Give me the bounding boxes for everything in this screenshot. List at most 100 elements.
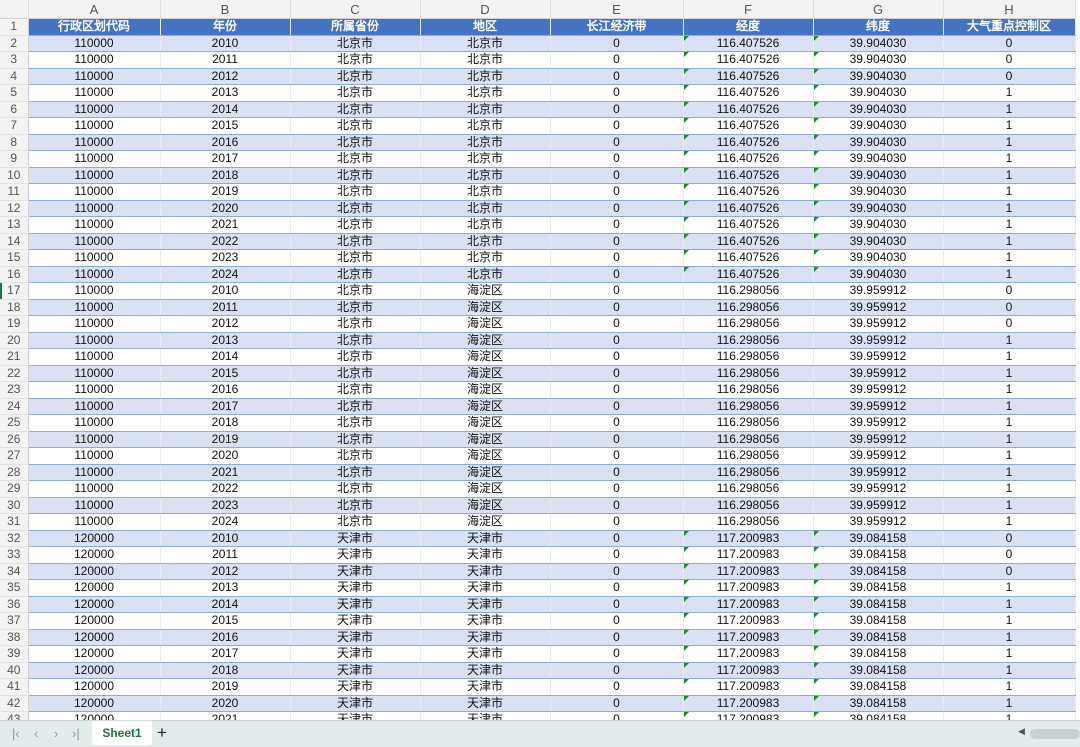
cell[interactable]: 2012 [160,315,291,333]
cell[interactable]: 2018 [160,414,291,432]
cell[interactable]: 110000 [28,381,161,399]
cell[interactable]: 39.084158 [813,645,944,663]
cell[interactable]: 116.298056 [683,480,814,498]
cell[interactable]: 116.407526 [683,233,814,250]
cell[interactable]: 天津市 [420,563,551,580]
cell[interactable]: 0 [550,35,684,52]
cell[interactable]: 116.407526 [683,51,814,69]
cell[interactable]: 天津市 [420,711,551,720]
cell[interactable]: 天津市 [290,662,421,679]
cell[interactable]: 1 [943,414,1076,432]
row-header[interactable]: 5 [0,84,29,102]
cell[interactable]: 110000 [28,233,161,250]
cell[interactable]: 0 [943,299,1076,316]
cell[interactable]: 1 [943,464,1076,481]
cell[interactable]: 120000 [28,546,161,564]
cell[interactable]: 北京市 [420,216,551,234]
cell[interactable]: 117.200983 [683,711,814,720]
row-header[interactable]: 25 [0,414,29,432]
cell[interactable]: 2010 [160,282,291,300]
cell[interactable]: 0 [943,35,1076,52]
cell[interactable]: 天津市 [420,530,551,547]
cell[interactable]: 海淀区 [420,464,551,481]
cell[interactable]: 1 [943,332,1076,349]
cell[interactable]: 1 [943,266,1076,283]
row-header[interactable]: 34 [0,563,29,580]
cell[interactable]: 2017 [160,150,291,168]
cell[interactable]: 北京市 [420,84,551,102]
cell[interactable]: 0 [550,150,684,168]
cell[interactable]: 116.298056 [683,464,814,481]
cell[interactable]: 39.084158 [813,695,944,712]
cell[interactable]: 1 [943,431,1076,448]
cell[interactable]: 117.200983 [683,563,814,580]
cell[interactable]: 天津市 [420,596,551,613]
row-header[interactable]: 29 [0,480,29,498]
cell[interactable]: 117.200983 [683,596,814,613]
cell[interactable]: 116.407526 [683,167,814,184]
cell[interactable]: 39.084158 [813,596,944,613]
cell[interactable]: 116.298056 [683,282,814,300]
cell[interactable]: 北京市 [290,381,421,399]
column-header-a[interactable]: A [28,0,161,19]
cell[interactable]: 110000 [28,167,161,184]
row-header[interactable]: 19 [0,315,29,333]
cell[interactable]: 0 [550,546,684,564]
cell[interactable]: 北京市 [290,299,421,316]
row-header[interactable]: 17 [0,282,29,300]
row-header[interactable]: 31 [0,513,29,531]
cell[interactable]: 北京市 [420,167,551,184]
add-sheet-icon[interactable]: + [157,723,167,743]
cell[interactable]: 0 [550,464,684,481]
column-header-d[interactable]: D [420,0,551,19]
cell[interactable]: 1 [943,480,1076,498]
row-header[interactable]: 42 [0,695,29,712]
cell[interactable]: 39.959912 [813,365,944,382]
cell[interactable]: 1 [943,233,1076,250]
cell[interactable]: 39.904030 [813,249,944,267]
cell[interactable]: 39.904030 [813,150,944,168]
cell[interactable]: 北京市 [290,167,421,184]
row-header[interactable]: 12 [0,200,29,217]
cell[interactable]: 39.959912 [813,299,944,316]
cell[interactable]: 2020 [160,695,291,712]
cell[interactable]: 120000 [28,612,161,630]
cell[interactable]: 2014 [160,348,291,366]
row-header[interactable]: 3 [0,51,29,69]
cell[interactable]: 北京市 [290,332,421,349]
cell[interactable]: 0 [550,282,684,300]
cell[interactable]: 1 [943,117,1076,135]
cell[interactable]: 39.904030 [813,233,944,250]
cell[interactable]: 120000 [28,530,161,547]
cell[interactable]: 北京市 [290,513,421,531]
cell[interactable]: 2015 [160,612,291,630]
row-header[interactable]: 37 [0,612,29,630]
cell[interactable]: 海淀区 [420,348,551,366]
cell[interactable]: 0 [550,711,684,720]
cell[interactable]: 39.959912 [813,431,944,448]
cell[interactable]: 39.959912 [813,497,944,514]
cell[interactable]: 39.904030 [813,68,944,85]
cell[interactable]: 0 [550,414,684,432]
cell[interactable]: 110000 [28,249,161,267]
cell[interactable]: 2010 [160,35,291,52]
cell[interactable]: 120000 [28,678,161,696]
cell[interactable]: 北京市 [420,68,551,85]
cell[interactable]: 39.959912 [813,480,944,498]
cell[interactable]: 120000 [28,629,161,646]
cell[interactable]: 117.200983 [683,662,814,679]
cell[interactable]: 海淀区 [420,398,551,415]
cell[interactable]: 北京市 [290,134,421,151]
cell[interactable]: 北京市 [290,480,421,498]
cell[interactable]: 116.298056 [683,414,814,432]
cell[interactable]: 北京市 [290,183,421,201]
cell[interactable]: 2013 [160,332,291,349]
last-sheet-icon[interactable]: ›| [72,726,80,741]
cell[interactable]: 北京市 [420,35,551,52]
cell[interactable]: 北京市 [420,150,551,168]
cell[interactable]: 北京市 [290,431,421,448]
cell[interactable]: 120000 [28,596,161,613]
cell[interactable]: 2013 [160,84,291,102]
cell[interactable]: 39.084158 [813,546,944,564]
cell[interactable]: 0 [550,348,684,366]
